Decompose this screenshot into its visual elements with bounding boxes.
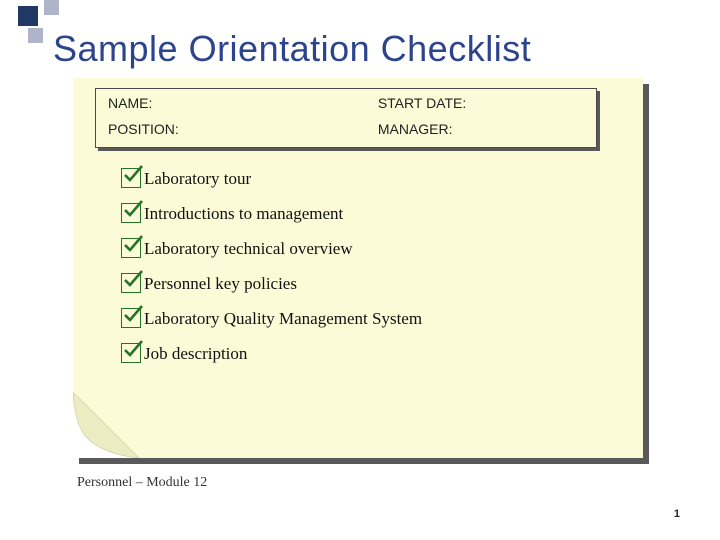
checkmark-icon <box>121 271 143 293</box>
checkmark-icon <box>121 341 143 363</box>
position-label: POSITION: <box>96 115 366 141</box>
checklist-item-label: Laboratory technical overview <box>144 240 353 258</box>
note-card: NAME: START DATE: POSITION: MANAGER: Lab… <box>73 78 643 458</box>
checklist-item: Laboratory technical overview <box>121 236 422 258</box>
start-date-label: START DATE: <box>366 89 596 115</box>
checkmark-icon <box>121 236 143 258</box>
checklist-item-label: Laboratory Quality Management System <box>144 310 422 328</box>
checklist-item: Laboratory Quality Management System <box>121 306 422 328</box>
page-number: 1 <box>674 508 680 520</box>
checklist-item-label: Introductions to management <box>144 205 343 223</box>
page-title: Sample Orientation Checklist <box>53 28 531 70</box>
checklist-item-label: Laboratory tour <box>144 170 251 188</box>
page-curl-icon <box>73 394 137 458</box>
checklist-item: Job description <box>121 341 422 363</box>
checklist-item-label: Job description <box>144 345 247 363</box>
checklist-item: Laboratory tour <box>121 166 422 188</box>
checklist: Laboratory tour Introductions to managem… <box>121 166 422 376</box>
checklist-item: Personnel key policies <box>121 271 422 293</box>
checkmark-icon <box>121 306 143 328</box>
checkmark-icon <box>121 166 143 188</box>
info-box: NAME: START DATE: POSITION: MANAGER: <box>95 88 597 148</box>
checklist-item-label: Personnel key policies <box>144 275 297 293</box>
name-label: NAME: <box>96 89 366 115</box>
manager-label: MANAGER: <box>366 115 596 141</box>
checkmark-icon <box>121 201 143 223</box>
footer-text: Personnel – Module 12 <box>77 475 207 491</box>
checklist-item: Introductions to management <box>121 201 422 223</box>
